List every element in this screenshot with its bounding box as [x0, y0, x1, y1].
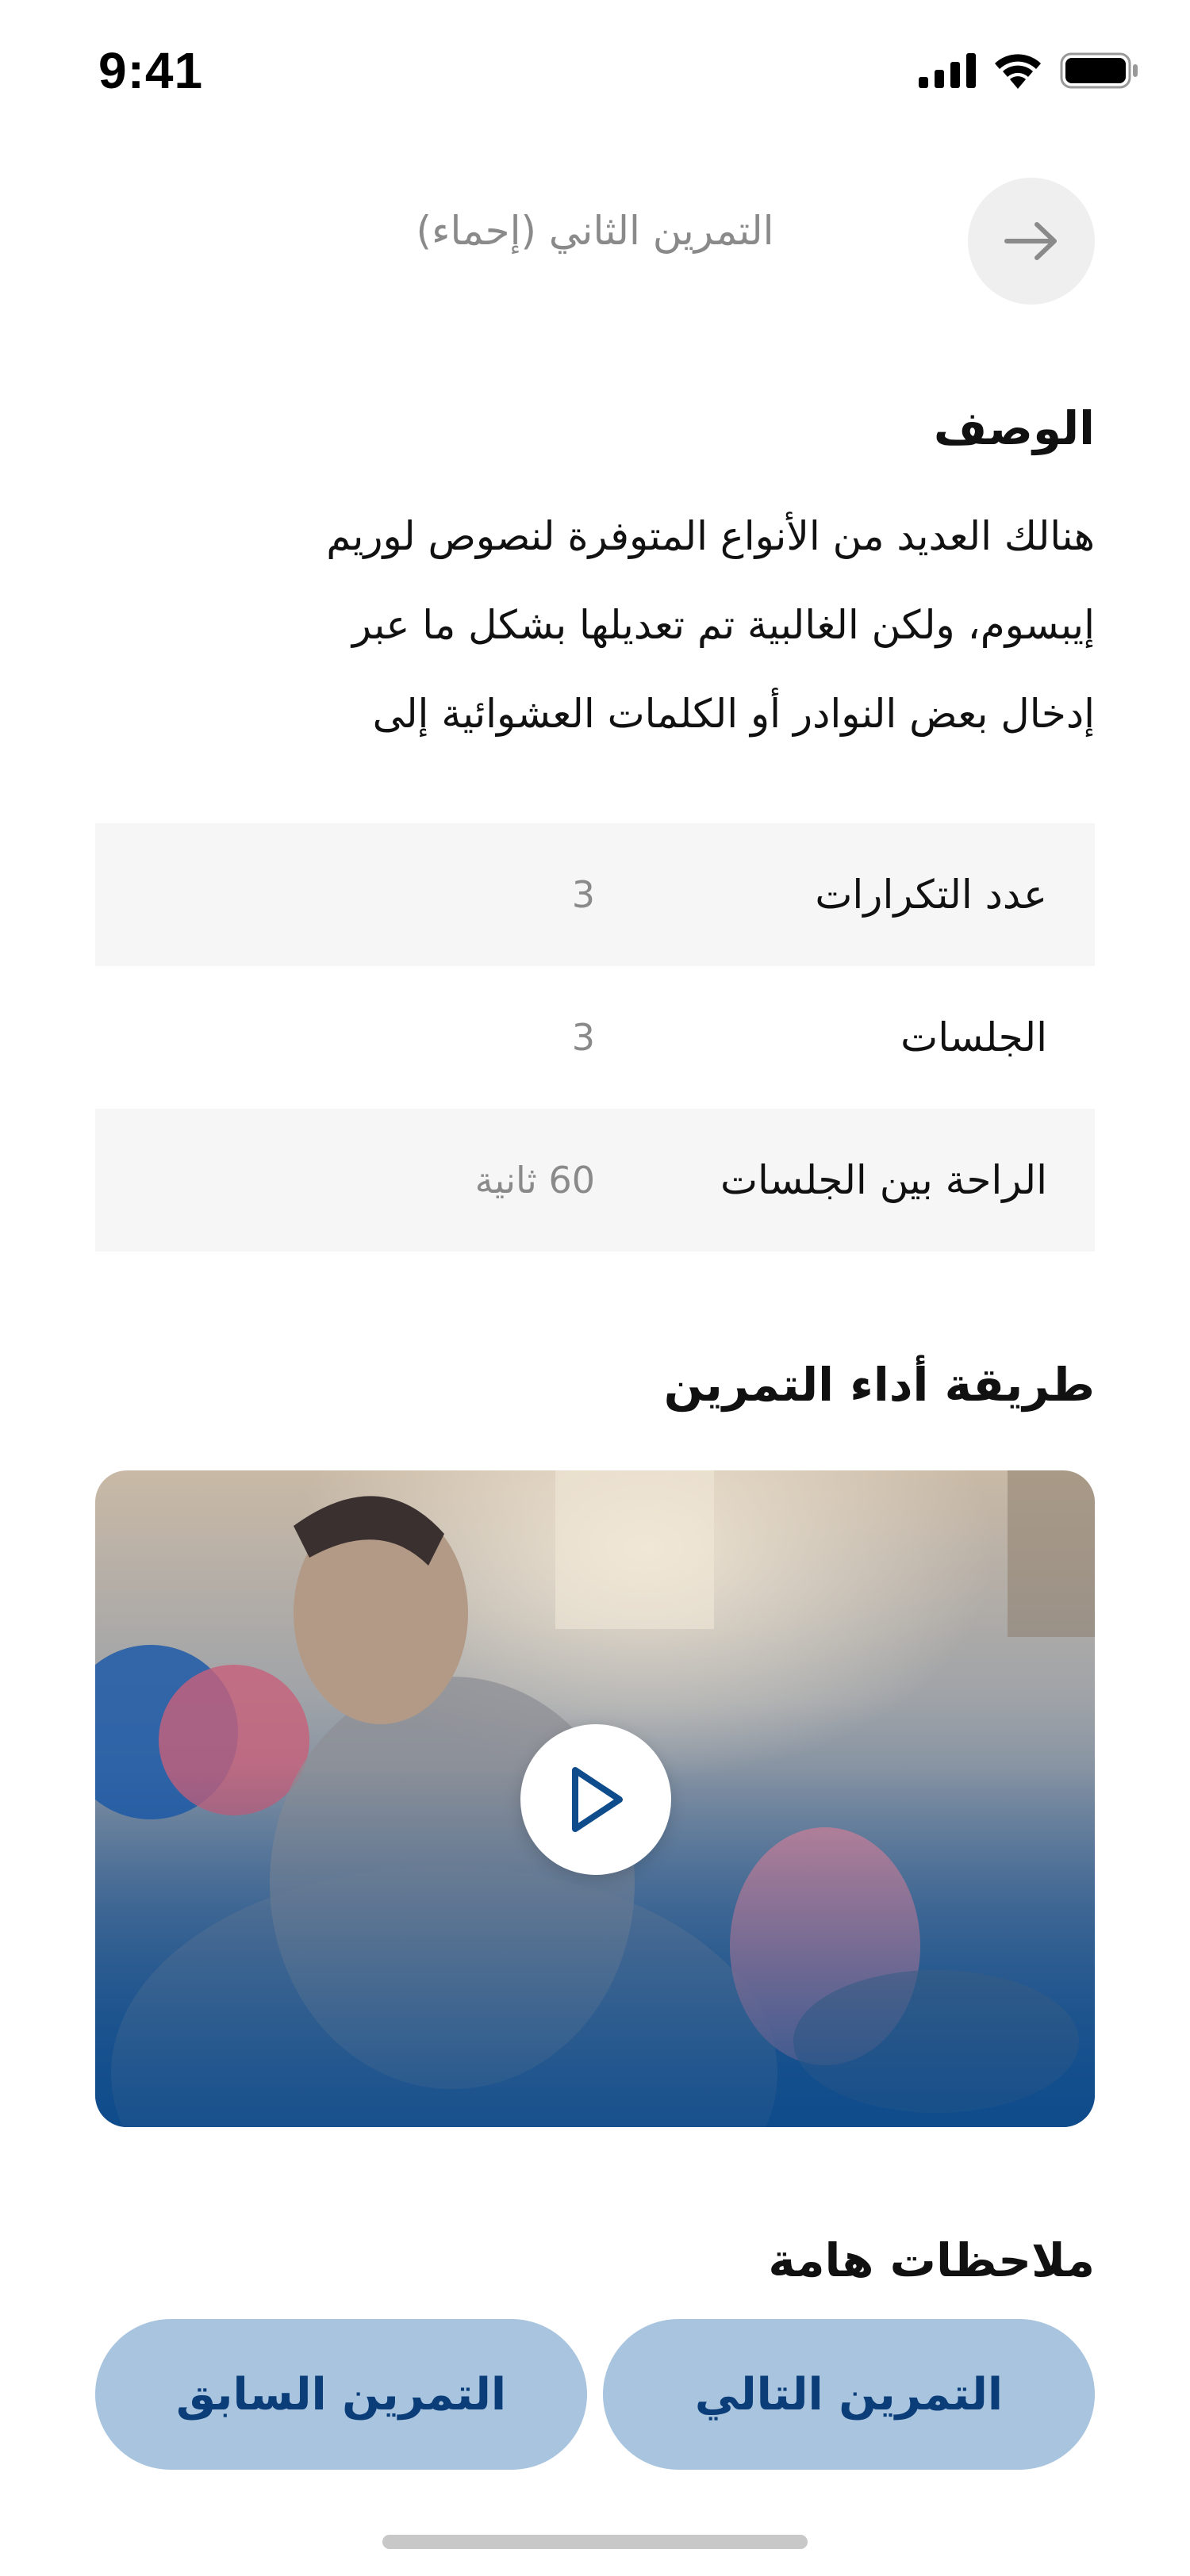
signal-icon — [919, 53, 976, 88]
info-label: عدد التكرارات — [815, 872, 1047, 918]
next-exercise-button[interactable]: التمرين التالي — [603, 2319, 1095, 2470]
back-button[interactable] — [968, 178, 1095, 305]
description-title: الوصف — [933, 401, 1095, 455]
how-to-title: طريقة أداء التمرين — [663, 1358, 1095, 1412]
exercise-video[interactable] — [95, 1470, 1095, 2127]
battery-icon — [1060, 52, 1138, 89]
info-value: 60 ثانية — [474, 1159, 595, 1202]
wifi-icon — [995, 54, 1041, 89]
info-row-rest: الراحة بين الجلسات 60 ثانية — [95, 1109, 1095, 1252]
info-value: 3 — [571, 1016, 595, 1059]
info-label: الجلسات — [900, 1014, 1047, 1060]
description-line: إدخال بعض النوادر أو الكلمات العشوائية إ… — [372, 691, 1095, 737]
description-text: هنالك العديد من الأنواع المتوفرة لنصوص ل… — [95, 492, 1095, 758]
previous-exercise-button[interactable]: التمرين السابق — [95, 2319, 587, 2470]
status-icons — [919, 52, 1139, 89]
info-label: الراحة بين الجلسات — [720, 1157, 1047, 1203]
exercise-info-table: عدد التكرارات 3 الجلسات 3 الراحة بين الج… — [95, 823, 1095, 1252]
info-value: 3 — [571, 873, 595, 916]
notes-title: ملاحظات هامة — [768, 2233, 1095, 2287]
page-title: التمرين الثاني (إحماء) — [416, 208, 774, 254]
status-bar: 9:41 — [0, 0, 1190, 143]
home-indicator — [382, 2535, 808, 2549]
play-icon — [572, 1767, 623, 1832]
info-row-reps: عدد التكرارات 3 — [95, 823, 1095, 966]
description-line: إيبسوم، ولكن الغالبية تم تعديلها بشكل ما… — [351, 602, 1095, 648]
play-button[interactable] — [520, 1724, 671, 1875]
status-time: 9:41 — [98, 42, 204, 99]
info-row-sets: الجلسات 3 — [95, 966, 1095, 1109]
description-line: هنالك العديد من الأنواع المتوفرة لنصوص ل… — [326, 513, 1095, 559]
exercise-detail-screen: 9:41 التمرين الثاني (إحماء) الوصف هنالك … — [0, 0, 1190, 2576]
arrow-right-icon — [1004, 222, 1057, 260]
